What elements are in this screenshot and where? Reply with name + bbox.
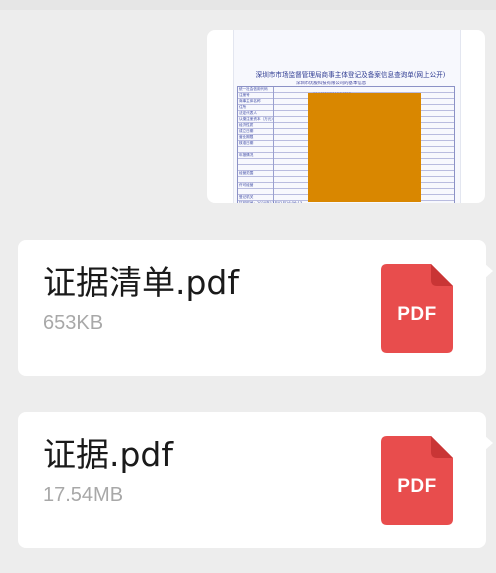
- doc-field-label: 统一社会信用代码: [239, 87, 268, 91]
- file-name: 证据.pdf: [43, 435, 174, 474]
- top-edge: [0, 0, 496, 10]
- doc-field-label: 营业期限: [239, 135, 254, 139]
- doc-field-label: 商事主体名称: [239, 99, 261, 103]
- doc-field-label: 认缴注册资本（万元）: [239, 117, 275, 121]
- bubble-tail: [485, 436, 493, 450]
- doc-field-label: 法定代表人: [239, 111, 257, 115]
- file-name: 证据清单.pdf: [43, 263, 240, 302]
- pdf-icon-label: PDF: [397, 476, 437, 497]
- doc-field-label: 经营范围: [239, 171, 254, 175]
- doc-title: 深圳市市场监督管理局商事主体登记及备案信息查询单(网上公开): [255, 71, 446, 79]
- file-size: 17.54MB: [43, 484, 124, 506]
- doc-field-label: 核准日期: [239, 141, 254, 145]
- pdf-icon: PDF: [381, 264, 453, 353]
- doc-table-divider: [273, 87, 274, 203]
- doc-field-label: 成立日期: [239, 129, 254, 133]
- file-message-card[interactable]: 证据清单.pdf 653KB PDF: [18, 240, 493, 376]
- file-message-card[interactable]: 证据.pdf 17.54MB PDF: [18, 412, 493, 548]
- bubble-tail: [485, 264, 493, 278]
- doc-field-label: 注册号: [239, 93, 250, 97]
- pdf-icon: PDF: [381, 436, 453, 525]
- doc-field-label: 年报情况: [239, 153, 254, 157]
- pdf-icon-label: PDF: [397, 304, 437, 325]
- doc-field-label: 许可经营: [239, 183, 254, 187]
- doc-field-label: 登记机关: [239, 195, 254, 199]
- image-message[interactable]: 深圳市市场监督管理局商事主体登记及备案信息查询单(网上公开) 深圳市优服科技有限…: [207, 30, 485, 203]
- doc-field-label: 住所: [239, 105, 247, 109]
- redaction-block: [308, 93, 421, 202]
- doc-field-label: 打印时间：2020年11月02日16:56:13: [239, 201, 303, 203]
- file-size: 653KB: [43, 312, 104, 334]
- doc-field-label: 经济性质: [239, 123, 254, 127]
